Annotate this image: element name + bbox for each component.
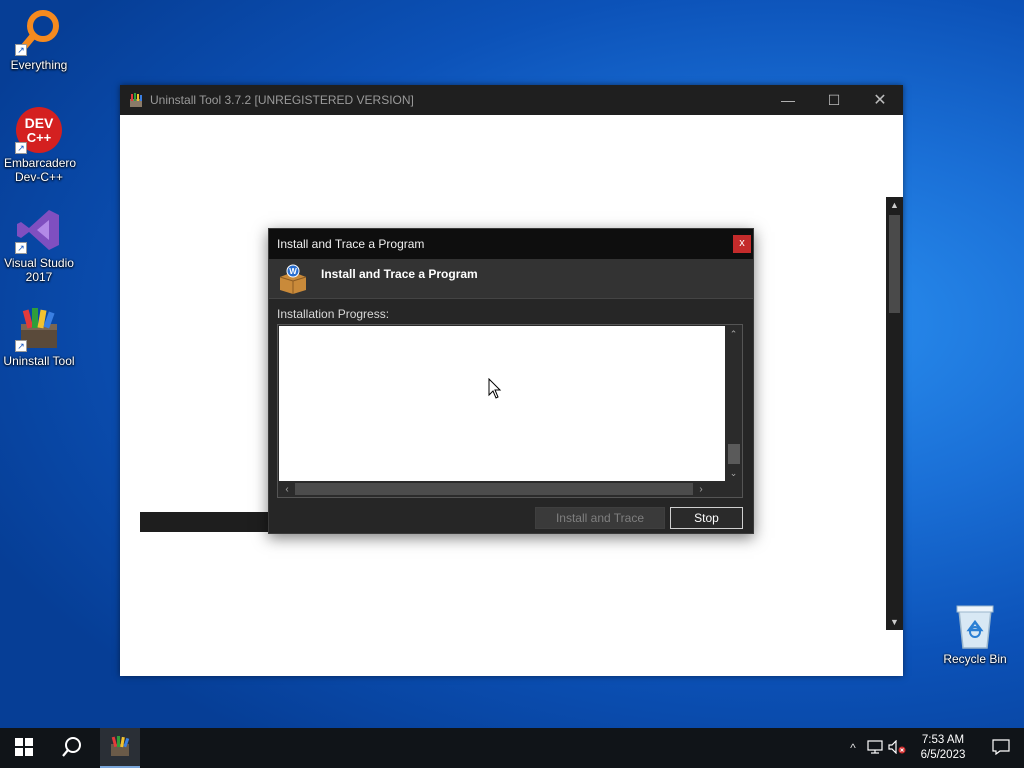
main-window-titlebar[interactable]: Uninstall Tool 3.7.2 [UNREGISTERED VERSI… <box>120 85 903 115</box>
recycle-bin-icon <box>951 602 999 650</box>
desktop-icon-label: Uninstall Tool <box>3 354 75 368</box>
progress-list-content[interactable] <box>279 326 725 481</box>
installation-progress-label: Installation Progress: <box>277 307 390 321</box>
shortcut-arrow-icon: ↗ <box>15 142 27 154</box>
uninstall-tool-icon: ↗ <box>15 304 63 352</box>
scroll-down-arrow-icon[interactable]: ⌄ <box>725 465 742 481</box>
svg-text:C++: C++ <box>27 130 52 145</box>
notification-icon <box>992 738 1010 758</box>
taskbar: ^ 7:53 AM 6/5/2023 <box>0 728 1024 768</box>
taskbar-app-uninstall-tool[interactable] <box>100 728 140 768</box>
network-icon[interactable] <box>864 739 886 757</box>
visual-studio-icon: ↗ <box>15 206 63 254</box>
dialog-title: Install and Trace a Program <box>277 237 425 251</box>
dialog-titlebar[interactable]: Install and Trace a Program x <box>269 229 753 259</box>
desktop-icon-uninstall-tool[interactable]: ↗ Uninstall Tool <box>0 304 78 368</box>
desktop-icon-visual-studio[interactable]: ↗ Visual Studio 2017 <box>0 206 78 284</box>
volume-muted-icon[interactable] <box>886 739 908 757</box>
desktop-icon-everything[interactable]: ↗ Everything <box>0 8 78 72</box>
install-and-trace-button[interactable]: Install and Trace <box>535 507 665 529</box>
search-icon <box>61 736 83 761</box>
desktop-icon-label: Everything <box>10 58 68 72</box>
desktop-icon-devcpp[interactable]: DEV C++ ↗ Embarcadero Dev-C++ <box>0 106 78 184</box>
clock-time: 7:53 AM <box>921 734 965 746</box>
scroll-up-arrow-icon[interactable]: ⌃ <box>725 326 742 342</box>
minimize-button[interactable]: — <box>765 85 811 115</box>
search-button[interactable] <box>48 728 96 768</box>
start-button[interactable] <box>0 728 48 768</box>
start-windows-icon <box>15 737 33 759</box>
install-and-trace-dialog: Install and Trace a Program x W Install … <box>268 228 754 534</box>
desktop-icon-label: Visual Studio 2017 <box>4 256 74 284</box>
stop-button[interactable]: Stop <box>670 507 743 529</box>
scrollbar-thumb[interactable] <box>295 483 693 495</box>
desktop-icon-label: Recycle Bin <box>943 652 1007 666</box>
show-hidden-icons-button[interactable]: ^ <box>842 741 864 755</box>
scroll-up-arrow-icon[interactable]: ▲ <box>886 197 903 213</box>
close-button[interactable]: ✕ <box>857 85 903 115</box>
system-tray: ^ 7:53 AM 6/5/2023 <box>842 728 1024 768</box>
dialog-close-button[interactable]: x <box>733 235 751 253</box>
uninstall-tool-icon <box>108 734 132 761</box>
devcpp-icon: DEV C++ ↗ <box>15 106 63 154</box>
installation-progress-list[interactable]: ⌃ ⌄ ‹ › <box>277 324 743 498</box>
main-window-vertical-scrollbar[interactable]: ▲ ▼ <box>886 197 903 630</box>
taskbar-clock[interactable]: 7:53 AM 6/5/2023 <box>908 733 978 763</box>
dialog-header: W Install and Trace a Program <box>269 259 753 299</box>
shortcut-arrow-icon: ↗ <box>15 242 27 254</box>
scrollbar-thumb[interactable] <box>728 444 740 464</box>
maximize-button[interactable]: ☐ <box>811 85 857 115</box>
desktop-icon-recycle-bin[interactable]: Recycle Bin <box>936 602 1014 666</box>
scrollbar-thumb[interactable] <box>889 215 900 313</box>
install-box-icon: W <box>277 263 309 295</box>
shortcut-arrow-icon: ↗ <box>15 44 27 56</box>
svg-text:DEV: DEV <box>25 115 54 131</box>
dialog-header-title: Install and Trace a Program <box>321 266 478 281</box>
progress-list-horizontal-scrollbar[interactable]: ‹ › <box>279 481 725 497</box>
progress-list-vertical-scrollbar[interactable]: ⌃ ⌄ <box>725 326 742 481</box>
desktop-icon-label: Embarcadero Dev-C++ <box>4 156 77 184</box>
scroll-left-arrow-icon[interactable]: ‹ <box>279 484 295 495</box>
scroll-right-arrow-icon[interactable]: › <box>693 484 709 495</box>
notification-button[interactable] <box>978 738 1024 758</box>
scroll-down-arrow-icon[interactable]: ▼ <box>886 614 903 630</box>
uninstall-tool-icon <box>128 92 144 108</box>
main-window-dark-strip <box>140 512 270 532</box>
svg-text:W: W <box>289 267 297 276</box>
everything-magnifier-icon: ↗ <box>15 8 63 56</box>
mouse-cursor-icon <box>488 377 502 400</box>
shortcut-arrow-icon: ↗ <box>15 340 27 352</box>
clock-date: 6/5/2023 <box>920 749 966 761</box>
main-window-title: Uninstall Tool 3.7.2 [UNREGISTERED VERSI… <box>150 93 414 107</box>
